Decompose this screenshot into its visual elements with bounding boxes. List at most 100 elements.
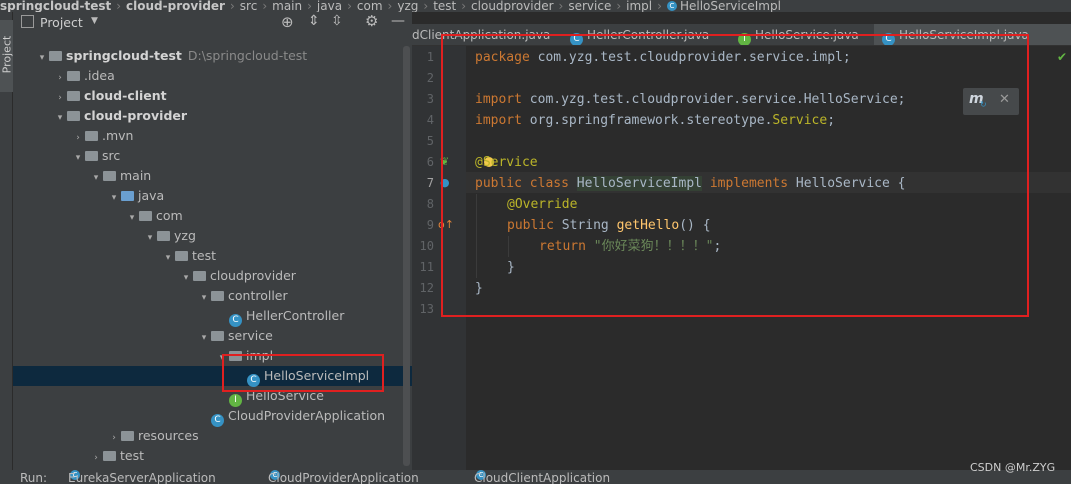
chevron-right-icon[interactable]: › [91, 448, 101, 468]
folder-icon [139, 211, 152, 221]
project-scrollbar[interactable] [403, 46, 410, 466]
tree-item[interactable]: ▾ yzg [13, 226, 412, 246]
chevron-down-icon[interactable]: ▾ [127, 208, 137, 228]
chevron-down-icon[interactable]: ▾ [145, 228, 155, 248]
tree-item[interactable]: C CloudProviderApplication [13, 406, 412, 427]
folder-icon [67, 111, 80, 121]
folder-icon [85, 131, 98, 141]
project-view-icon [21, 15, 34, 28]
tree-item[interactable]: › cloud-client [13, 86, 412, 106]
line-number: 1 [426, 50, 434, 64]
breadcrumb-item[interactable]: com [357, 0, 383, 12]
line-number: 13 [419, 302, 434, 316]
tree-item[interactable]: ▾ com [13, 206, 412, 226]
tree-item[interactable]: ▾ service [13, 326, 412, 346]
tree-item[interactable]: C HellerController [13, 306, 412, 327]
line-number: 11 [419, 260, 434, 274]
breadcrumb-item[interactable]: HelloServiceImpl [680, 0, 781, 12]
tree-item-label: springcloud-test [66, 48, 182, 63]
tree-item[interactable]: ▾ main [13, 166, 412, 186]
breadcrumb-item[interactable]: java [317, 0, 342, 12]
breadcrumb-item[interactable]: src [240, 0, 258, 12]
breadcrumb-separator: › [262, 0, 268, 12]
line-number: 3 [426, 92, 434, 106]
line-number: 2 [426, 71, 434, 85]
watermark: CSDN @Mr.ZYG [970, 461, 1056, 474]
tree-item-label: resources [138, 428, 199, 443]
tree-item[interactable]: ▾ cloud-provider [13, 106, 412, 126]
chevron-down-icon[interactable]: ▾ [91, 168, 101, 188]
tree-item[interactable]: ▾ test [13, 246, 412, 266]
breadcrumb-item[interactable]: main [272, 0, 302, 12]
tree-item[interactable]: ▾ springcloud-test D:\springcloud-test [13, 46, 412, 66]
line-number: 7 [426, 176, 434, 190]
red-highlight-box-code [441, 34, 1029, 317]
breadcrumb-separator: › [423, 0, 429, 12]
chevron-down-icon[interactable]: ▾ [199, 328, 209, 348]
folder-icon [103, 171, 116, 181]
check-icon: ✔ [1057, 50, 1068, 64]
breadcrumb-item[interactable]: test [433, 0, 456, 12]
expand-all-icon[interactable]: ⇕ [308, 13, 320, 29]
line-number: 6 [426, 155, 434, 169]
chevron-down-icon[interactable]: ▾ [109, 188, 119, 208]
breadcrumb-item[interactable]: springcloud-test [0, 0, 111, 12]
folder-icon [67, 91, 80, 101]
tree-item[interactable]: › .idea [13, 66, 412, 86]
gear-icon[interactable]: ⚙ [365, 12, 378, 30]
project-panel-title[interactable]: Project [40, 15, 83, 30]
chevron-down-icon[interactable]: ▾ [181, 268, 191, 288]
breadcrumb-separator: › [229, 0, 235, 12]
chevron-down-icon[interactable]: ▾ [163, 248, 173, 268]
tree-item-label: com [156, 208, 183, 223]
chevron-right-icon[interactable]: › [109, 428, 119, 448]
tree-item-label: cloud-client [84, 88, 167, 103]
folder-icon [121, 431, 134, 441]
breadcrumb-separator: › [657, 0, 662, 12]
tree-item-label: HellerController [246, 308, 345, 323]
class-icon: C [666, 1, 677, 11]
tree-item[interactable]: › resources [13, 426, 412, 446]
tree-item-label: controller [228, 288, 288, 303]
tree-item-label: service [228, 328, 273, 343]
breadcrumb-separator: › [387, 0, 393, 12]
tree-item[interactable]: ▾ java [13, 186, 412, 206]
chevron-down-icon[interactable]: ▾ [37, 48, 47, 68]
breadcrumb-separator: › [616, 0, 622, 12]
tree-item-label: cloudprovider [210, 268, 296, 283]
project-panel: Project ▼ ⊕ ⇕ ⇳ ⚙ — ▾ springcloud-test D:\… [13, 12, 412, 470]
tree-item[interactable]: ▾ controller [13, 286, 412, 306]
breadcrumb-separator: › [307, 0, 312, 12]
tree-item[interactable]: › .mvn [13, 126, 412, 146]
folder-icon [67, 71, 80, 81]
chevron-right-icon[interactable]: › [55, 88, 65, 108]
chevron-down-icon[interactable]: ▾ [199, 288, 209, 308]
tree-item[interactable]: ▾ cloudprovider [13, 266, 412, 286]
collapse-all-icon[interactable]: ⇳ [331, 13, 343, 29]
folder-icon [193, 271, 206, 281]
breadcrumb-item[interactable]: impl [626, 0, 652, 12]
tree-item[interactable]: ▾ src [13, 146, 412, 166]
hide-panel-icon[interactable]: — [391, 13, 405, 29]
chevron-right-icon[interactable]: › [73, 128, 83, 148]
locate-icon[interactable]: ⊕ [281, 13, 294, 31]
tree-item-label: java [138, 188, 165, 203]
project-panel-header: Project ▼ ⊕ ⇕ ⇳ ⚙ — [13, 12, 412, 34]
breadcrumb-item[interactable]: yzg [397, 0, 418, 12]
chevron-down-icon[interactable]: ▾ [73, 148, 83, 168]
folder-icon [211, 331, 224, 341]
folder-icon [85, 151, 98, 161]
breadcrumb: springcloud-test › cloud-provider › src › main… [0, 0, 1071, 12]
tree-item-label: yzg [174, 228, 196, 243]
breadcrumb-item[interactable]: service [568, 0, 611, 12]
chevron-right-icon[interactable]: › [55, 68, 65, 88]
breadcrumb-item[interactable]: cloud-provider [126, 0, 225, 12]
tree-item-label: test [192, 248, 217, 263]
line-number: 9 [426, 218, 434, 232]
breadcrumb-item[interactable]: cloudprovider [471, 0, 554, 12]
folder-icon [121, 191, 134, 201]
tree-item[interactable]: › test [13, 446, 412, 466]
chevron-down-icon[interactable]: ▾ [55, 108, 65, 128]
chevron-down-icon[interactable]: ▼ [91, 16, 98, 26]
breadcrumb-separator: › [461, 0, 467, 12]
